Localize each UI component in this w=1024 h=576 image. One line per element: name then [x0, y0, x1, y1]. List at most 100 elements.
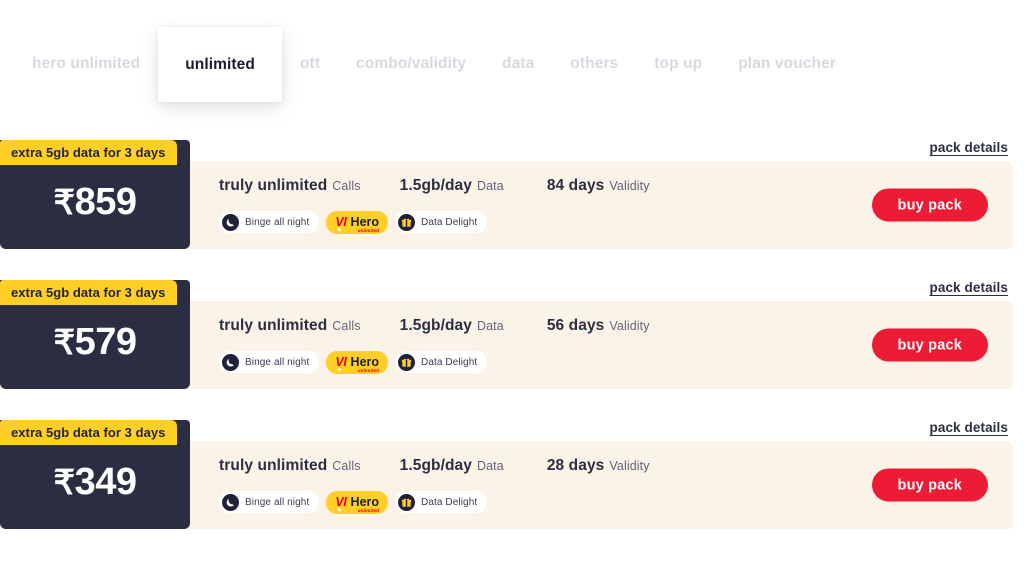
buy-pack-button[interactable]: buy pack: [871, 468, 988, 502]
spec-data-label: Data: [477, 179, 504, 193]
plan-card-body: extra 5gb data for 3 days ₹859 truly unl…: [0, 140, 1013, 249]
rupee-symbol-icon: ₹: [53, 464, 75, 502]
plan-spec-row: truly unlimited Calls 1.5gb/day Data 84 …: [219, 177, 650, 199]
benefit-data-delight[interactable]: Data Delight: [395, 491, 488, 513]
moon-icon: [222, 353, 239, 371]
benefit-data-delight[interactable]: Data Delight: [395, 351, 488, 373]
spec-calls-value: truly unlimited: [219, 457, 328, 474]
buy-pack-button[interactable]: buy pack: [871, 328, 988, 362]
tab-others[interactable]: others: [552, 34, 636, 94]
benefit-binge-label: Binge all night: [245, 356, 310, 368]
benefit-data-delight[interactable]: Data Delight: [395, 211, 488, 233]
pack-details-link[interactable]: pack details: [930, 420, 1009, 435]
plan-card: pack details extra 5gb data for 3 days ₹…: [0, 413, 1024, 553]
spec-calls-value: truly unlimited: [219, 177, 328, 194]
badge-vi-hero-unlimited[interactable]: VI Hero unlimited: [326, 210, 389, 234]
plans-page: hero unlimited unlimited ott combo/valid…: [0, 0, 1024, 576]
tab-top-up[interactable]: top up: [636, 34, 720, 94]
plan-spec-row: truly unlimited Calls 1.5gb/day Data 28 …: [219, 457, 650, 479]
spec-data-value: 1.5gb/day: [399, 317, 472, 334]
spec-validity-value: 56 days: [546, 317, 605, 334]
tab-plan-voucher[interactable]: plan voucher: [720, 34, 854, 94]
plan-list: pack details extra 5gb data for 3 days ₹…: [0, 133, 1024, 553]
spec-calls: truly unlimited Calls: [219, 457, 361, 475]
benefit-binge-all-night[interactable]: Binge all night: [219, 491, 320, 513]
badge-vi-hero-unlimited[interactable]: VI Hero unlimited: [326, 490, 389, 514]
plan-price-value: 349: [74, 461, 137, 503]
badge-vi-hero-unlimited[interactable]: VI Hero unlimited: [326, 350, 389, 374]
hero-sub-label: unlimited: [357, 507, 380, 513]
spec-calls: truly unlimited Calls: [219, 177, 361, 195]
spec-validity-label: Validity: [609, 319, 650, 333]
spec-validity-label: Validity: [609, 179, 650, 193]
plan-benefit-row: Binge all night VI Hero unlimited Data D…: [219, 490, 650, 514]
spec-validity-label: Validity: [609, 459, 650, 473]
spec-data-label: Data: [477, 459, 504, 473]
tab-hero-unlimited[interactable]: hero unlimited: [14, 34, 158, 94]
vi-dot-icon: [338, 228, 342, 231]
spec-data-label: Data: [477, 319, 504, 333]
vi-dot-icon: [338, 508, 342, 511]
plan-category-tabs: hero unlimited unlimited ott combo/valid…: [0, 0, 1024, 102]
offer-badge: extra 5gb data for 3 days: [0, 420, 178, 445]
moon-icon: [222, 493, 239, 511]
plan-card: pack details extra 5gb data for 3 days ₹…: [0, 133, 1024, 273]
spec-validity-value: 84 days: [546, 177, 605, 194]
buy-pack-button[interactable]: buy pack: [871, 188, 988, 222]
benefit-data-delight-label: Data Delight: [421, 356, 478, 368]
tab-unlimited[interactable]: unlimited: [158, 27, 282, 102]
hero-sub-label: unlimited: [357, 227, 380, 233]
plan-benefit-row: Binge all night VI Hero unlimited Data D…: [219, 350, 650, 374]
benefit-data-delight-label: Data Delight: [421, 496, 478, 508]
vi-brand-label: VI: [335, 495, 347, 509]
plan-price: ₹859: [53, 166, 137, 223]
plan-price-value: 859: [74, 181, 137, 223]
pack-details-link[interactable]: pack details: [930, 280, 1009, 295]
benefit-data-delight-label: Data Delight: [421, 216, 478, 228]
rupee-symbol-icon: ₹: [53, 324, 75, 362]
hero-sub-label: unlimited: [357, 367, 380, 373]
plan-details: truly unlimited Calls 1.5gb/day Data 84 …: [219, 161, 650, 249]
plan-card-body: extra 5gb data for 3 days ₹349 truly unl…: [0, 420, 1013, 529]
gift-box-icon: [398, 493, 416, 511]
gift-box-icon: [398, 353, 416, 371]
offer-badge: extra 5gb data for 3 days: [0, 280, 178, 305]
spec-data-value: 1.5gb/day: [399, 177, 472, 194]
vi-brand-label: VI: [335, 215, 347, 229]
pack-details-link[interactable]: pack details: [930, 140, 1009, 155]
moon-icon: [222, 213, 239, 231]
spec-validity: 84 days Validity: [547, 177, 650, 195]
plan-price: ₹349: [53, 446, 137, 503]
spec-data: 1.5gb/day Data: [400, 177, 504, 195]
offer-badge: extra 5gb data for 3 days: [0, 140, 178, 165]
spec-calls-label: Calls: [332, 319, 361, 333]
spec-calls-label: Calls: [332, 179, 361, 193]
plan-spec-row: truly unlimited Calls 1.5gb/day Data 56 …: [219, 317, 650, 339]
spec-validity: 56 days Validity: [547, 317, 650, 335]
benefit-binge-all-night[interactable]: Binge all night: [219, 351, 320, 373]
plan-details: truly unlimited Calls 1.5gb/day Data 56 …: [219, 301, 650, 389]
plan-details: truly unlimited Calls 1.5gb/day Data 28 …: [219, 441, 650, 529]
plan-price: ₹579: [53, 306, 137, 363]
benefit-binge-all-night[interactable]: Binge all night: [219, 211, 320, 233]
hero-label: Hero: [350, 215, 380, 229]
plan-card: pack details extra 5gb data for 3 days ₹…: [0, 273, 1024, 413]
spec-calls-label: Calls: [332, 459, 361, 473]
spec-calls: truly unlimited Calls: [219, 317, 361, 335]
spec-validity-value: 28 days: [546, 457, 605, 474]
tab-combo-validity[interactable]: combo/validity: [338, 34, 484, 94]
vi-brand-label: VI: [335, 355, 347, 369]
spec-data-value: 1.5gb/day: [399, 457, 472, 474]
benefit-binge-label: Binge all night: [245, 216, 310, 228]
spec-data: 1.5gb/day Data: [400, 457, 504, 475]
vi-dot-icon: [338, 368, 342, 371]
rupee-symbol-icon: ₹: [53, 184, 75, 222]
hero-label: Hero: [350, 355, 380, 369]
spec-calls-value: truly unlimited: [219, 317, 328, 334]
tab-ott[interactable]: ott: [282, 34, 338, 94]
spec-data: 1.5gb/day Data: [400, 317, 504, 335]
plan-card-body: extra 5gb data for 3 days ₹579 truly unl…: [0, 280, 1013, 389]
tab-data[interactable]: data: [484, 34, 552, 94]
gift-box-icon: [398, 213, 416, 231]
spec-validity: 28 days Validity: [547, 457, 650, 475]
